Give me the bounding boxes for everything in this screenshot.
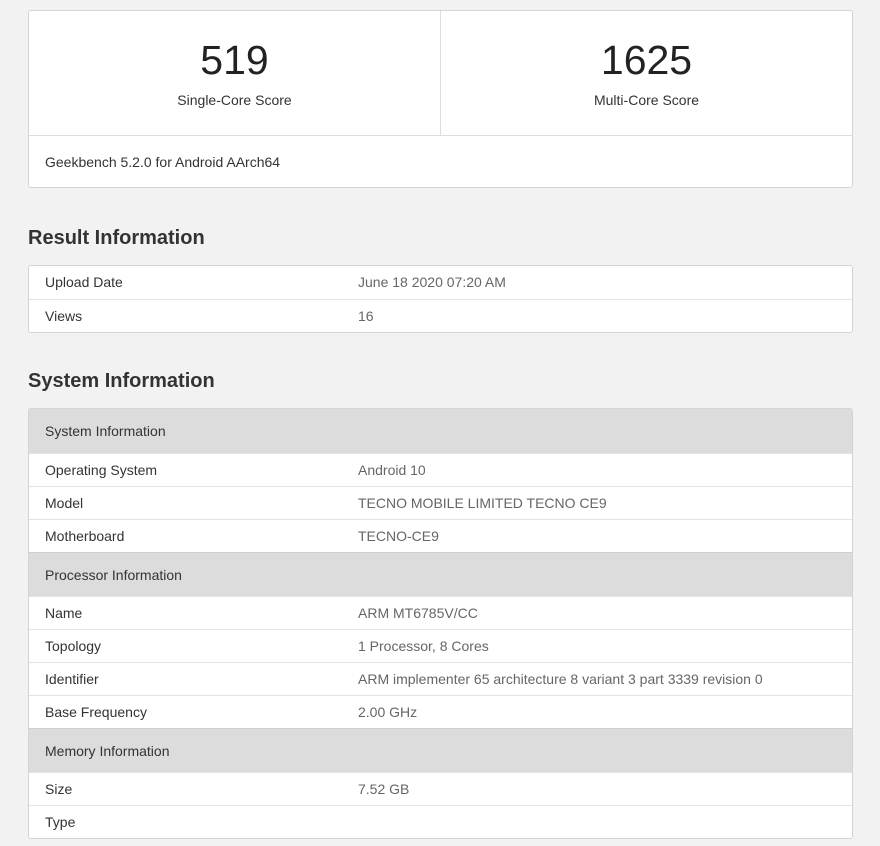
score-row: 519 Single-Core Score 1625 Multi-Core Sc… <box>29 11 852 136</box>
row-key: Identifier <box>29 663 358 695</box>
system-information-table: System Information Operating System Andr… <box>28 408 853 839</box>
row-value: 1 Processor, 8 Cores <box>358 630 852 662</box>
row-key: Type <box>29 806 358 838</box>
table-row: Type <box>29 805 852 838</box>
table-row: Base Frequency 2.00 GHz <box>29 695 852 728</box>
table-row: Name ARM MT6785V/CC <box>29 596 852 629</box>
table-row: Identifier ARM implementer 65 architectu… <box>29 662 852 695</box>
row-key: Base Frequency <box>29 696 358 728</box>
row-key: Name <box>29 597 358 629</box>
table-row: Upload Date June 18 2020 07:20 AM <box>29 266 852 299</box>
row-key: Size <box>29 773 358 805</box>
row-value: ARM MT6785V/CC <box>358 597 852 629</box>
single-core-score: 519 Single-Core Score <box>29 11 440 135</box>
page: 519 Single-Core Score 1625 Multi-Core Sc… <box>0 0 880 846</box>
row-value <box>358 806 852 838</box>
multi-core-score: 1625 Multi-Core Score <box>440 11 852 135</box>
group-heading-memory: Memory Information <box>29 728 852 772</box>
row-value: TECNO MOBILE LIMITED TECNO CE9 <box>358 487 852 519</box>
row-key: Operating System <box>29 454 358 486</box>
table-row: Size 7.52 GB <box>29 772 852 805</box>
table-row: Topology 1 Processor, 8 Cores <box>29 629 852 662</box>
table-row: Model TECNO MOBILE LIMITED TECNO CE9 <box>29 486 852 519</box>
multi-core-score-value: 1625 <box>441 37 852 83</box>
row-value: ARM implementer 65 architecture 8 varian… <box>358 663 852 695</box>
row-value: TECNO-CE9 <box>358 520 852 552</box>
benchmark-version: Geekbench 5.2.0 for Android AArch64 <box>29 136 852 188</box>
multi-core-score-label: Multi-Core Score <box>441 92 852 108</box>
row-key: Model <box>29 487 358 519</box>
row-value: 7.52 GB <box>358 773 852 805</box>
row-key: Motherboard <box>29 520 358 552</box>
result-information-table: Upload Date June 18 2020 07:20 AM Views … <box>28 265 853 333</box>
group-heading-processor: Processor Information <box>29 552 852 596</box>
row-key: Views <box>29 300 358 332</box>
row-value: 2.00 GHz <box>358 696 852 728</box>
row-value: 16 <box>358 300 852 332</box>
system-information-title: System Information <box>28 370 215 393</box>
row-value: June 18 2020 07:20 AM <box>358 266 852 299</box>
result-information-title: Result Information <box>28 227 205 250</box>
row-key: Topology <box>29 630 358 662</box>
score-card: 519 Single-Core Score 1625 Multi-Core Sc… <box>28 10 853 188</box>
table-row: Operating System Android 10 <box>29 453 852 486</box>
row-key: Upload Date <box>29 266 358 299</box>
group-heading-system: System Information <box>29 409 852 453</box>
single-core-score-value: 519 <box>29 37 440 83</box>
single-core-score-label: Single-Core Score <box>29 92 440 108</box>
table-row: Motherboard TECNO-CE9 <box>29 519 852 552</box>
table-row: Views 16 <box>29 299 852 332</box>
row-value: Android 10 <box>358 454 852 486</box>
